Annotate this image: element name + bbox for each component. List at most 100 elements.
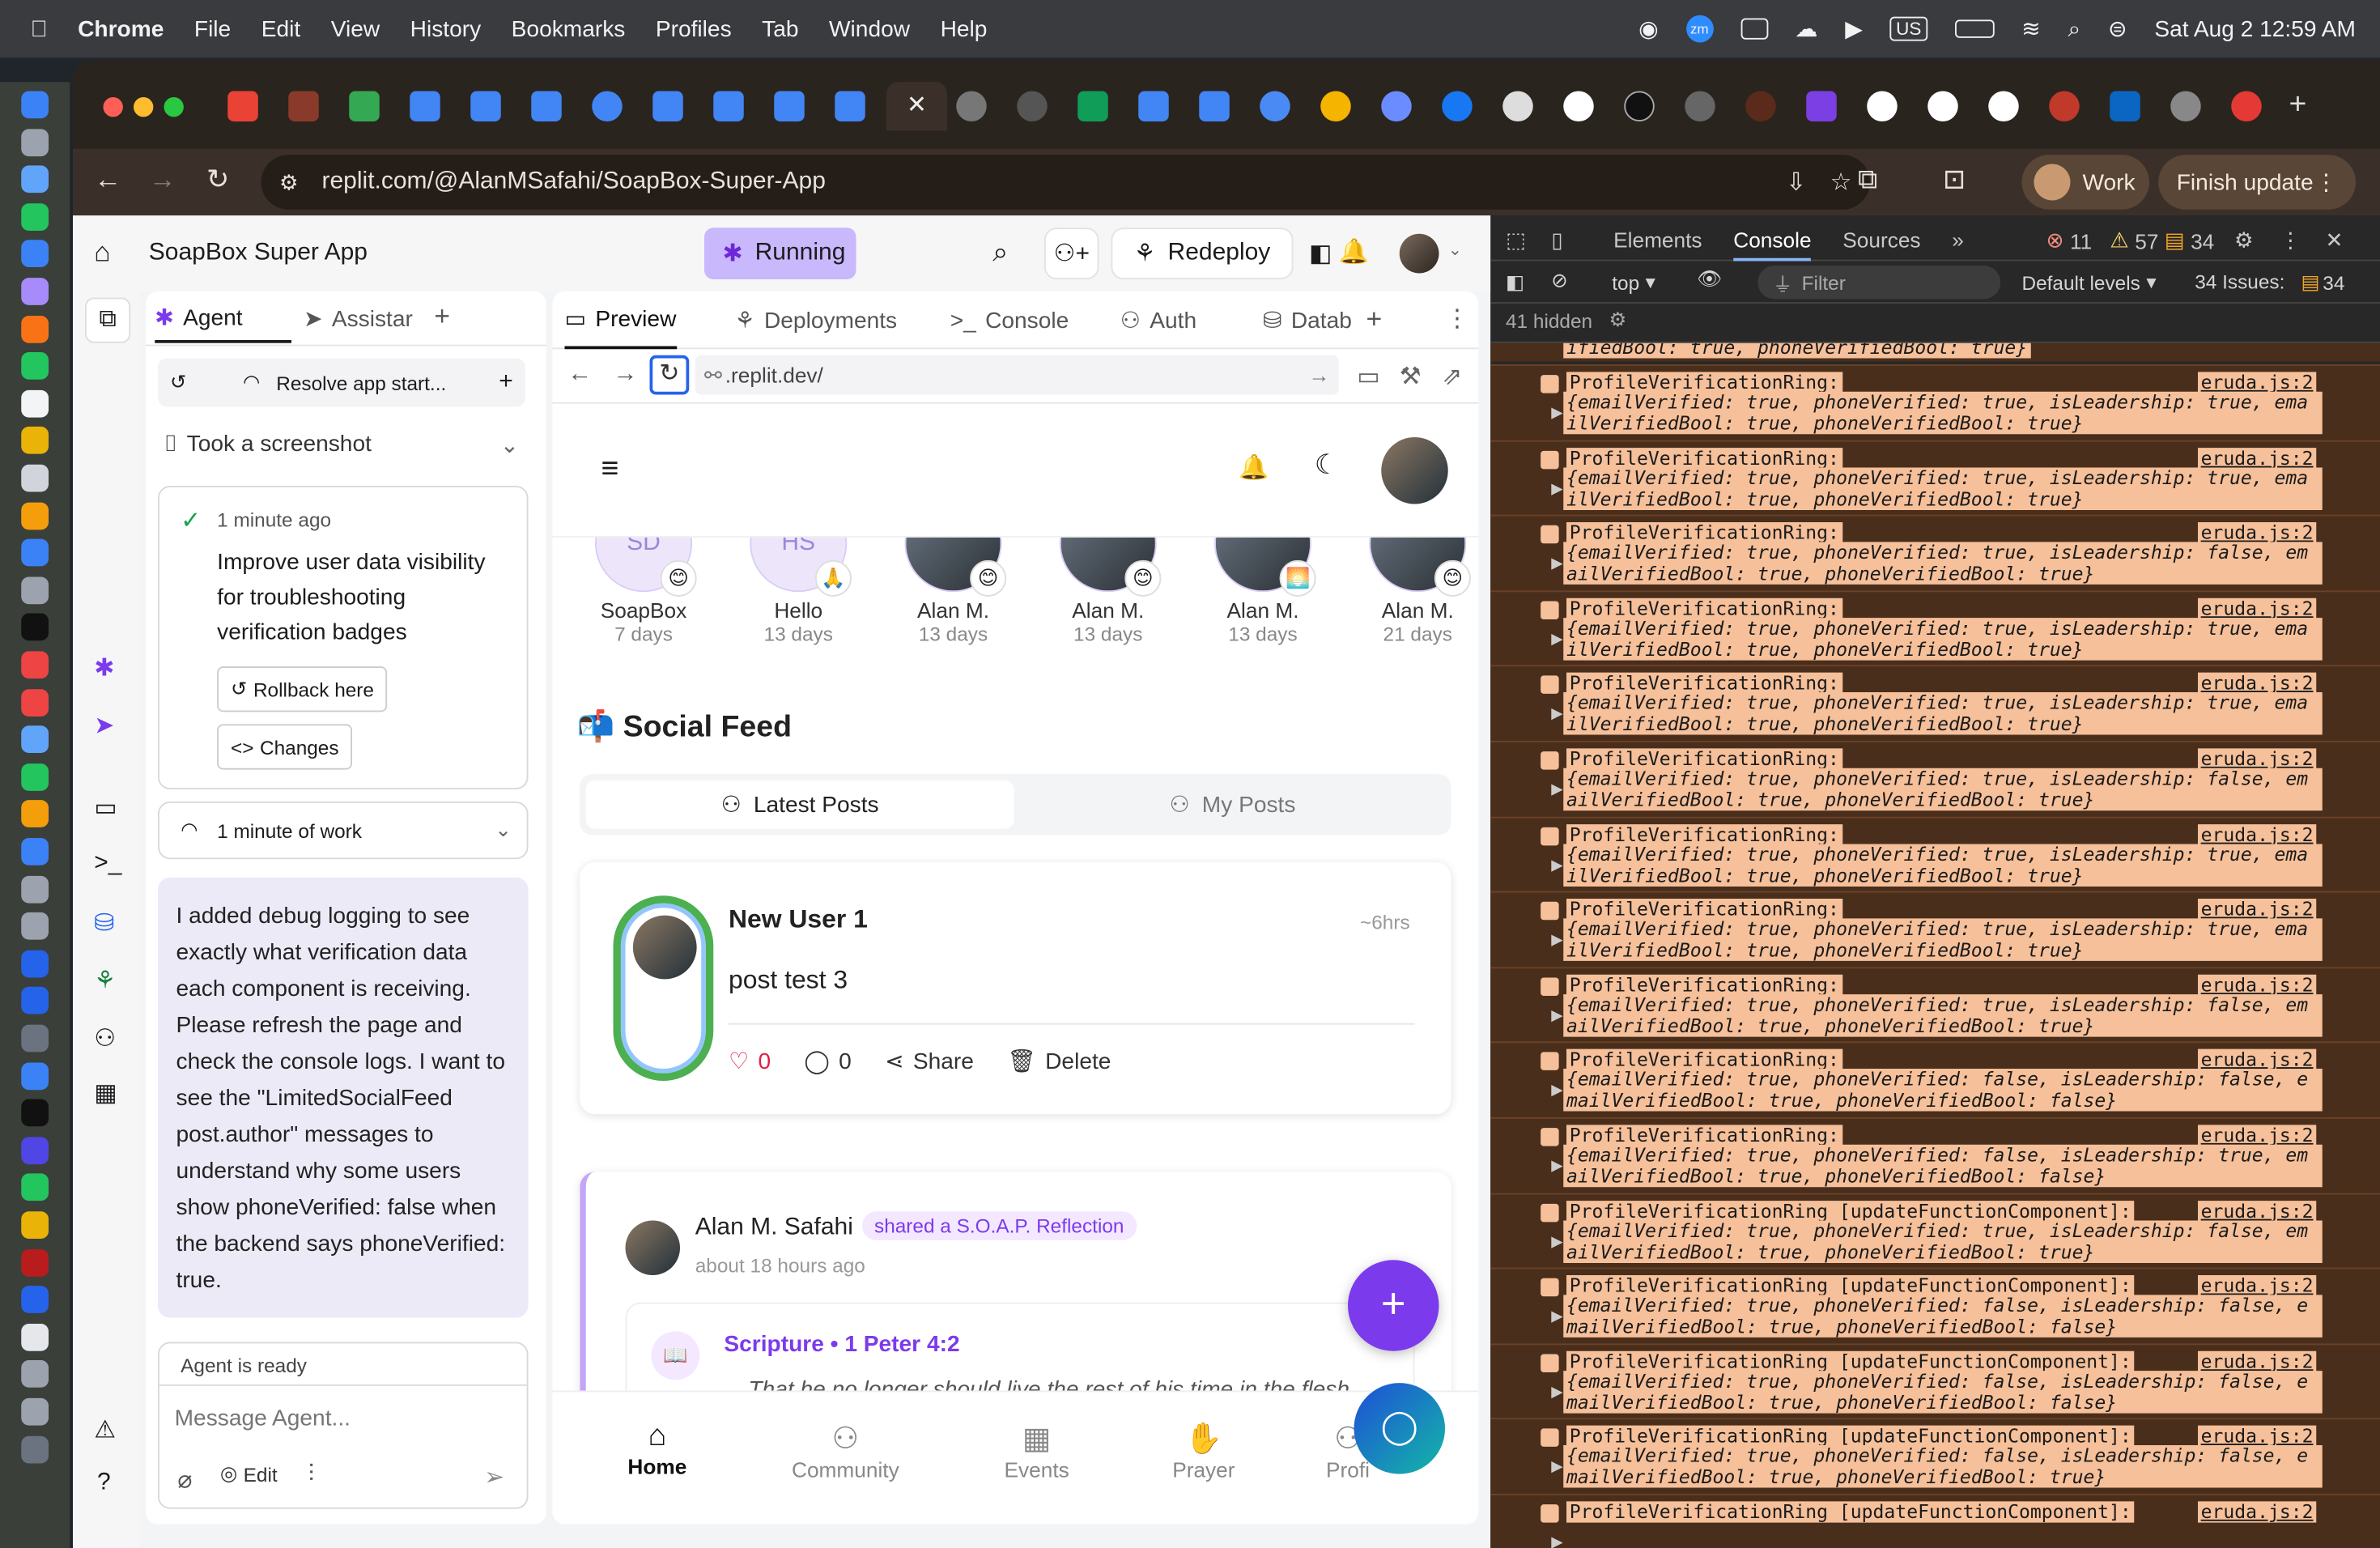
bell-icon[interactable]: 🔔 [1239, 453, 1269, 483]
error-count[interactable]: ⊗ 11 [2046, 228, 2093, 253]
tab-sources[interactable]: Sources [1842, 228, 1920, 252]
dock-app-icon[interactable] [21, 1174, 49, 1201]
dock-app-icon[interactable] [21, 987, 49, 1015]
menu-tab[interactable]: Tab [762, 16, 798, 42]
warning-count[interactable]: ⚠ 57 [2110, 228, 2158, 253]
tab-icon[interactable] [1320, 91, 1351, 121]
preview-icon[interactable]: ▭ [94, 793, 117, 823]
tab-deployments[interactable]: ⚘ Deployments [735, 291, 898, 349]
log-row[interactable]: ▶ ProfileVerificationRing: eruda.js:2 {emai… [1490, 815, 2380, 892]
expand-triangle-icon[interactable]: ▶ [1551, 933, 1562, 950]
dock-app-icon[interactable] [21, 1136, 49, 1164]
tab-docs-icon[interactable] [774, 91, 805, 121]
zoom-icon[interactable]: zm [1685, 15, 1714, 43]
live-expression-icon[interactable]: 👁 [1697, 267, 1722, 291]
back-icon[interactable]: ← [567, 361, 592, 389]
log-row[interactable]: ▶ ProfileVerificationRing: eruda.js:2 {emai… [1490, 966, 2380, 1043]
user-avatar[interactable] [1399, 233, 1439, 274]
dock-app-icon[interactable] [21, 1397, 49, 1426]
message-agent-input[interactable] [174, 1395, 509, 1441]
tab-auth[interactable]: ⚇ Auth [1120, 291, 1196, 349]
history-icon[interactable]: ↺ [170, 371, 186, 395]
keyboard-layout[interactable]: US [1889, 16, 1927, 41]
menu-bookmarks[interactable]: Bookmarks [512, 16, 626, 42]
log-source-link[interactable]: eruda.js:2 [2197, 1125, 2317, 1146]
dock-app-icon[interactable] [21, 464, 49, 492]
play-icon[interactable]: ▶ [1845, 15, 1863, 43]
expand-triangle-icon[interactable]: ▶ [1551, 1460, 1562, 1477]
zoom-window-button[interactable] [164, 97, 184, 117]
tab-console[interactable]: Console [1733, 228, 1812, 262]
preview-url-field[interactable]: ⚯ .replit.dev/ → [695, 355, 1339, 395]
dock-app-icon[interactable] [21, 128, 49, 156]
work-summary[interactable]: ◠ 1 minute of work ⌄ [158, 802, 529, 860]
send-icon[interactable]: ➢ [484, 1462, 504, 1493]
expand-triangle-icon[interactable]: ▶ [1551, 1384, 1562, 1401]
expand-triangle-icon[interactable]: ▶ [1551, 556, 1562, 573]
dock-app-icon[interactable] [21, 763, 49, 791]
wifi-icon[interactable]: ≋ [2021, 15, 2041, 43]
profile-avatar[interactable] [1381, 437, 1448, 504]
dock-app-icon[interactable] [21, 1435, 49, 1463]
site-info-icon[interactable]: ⚙ [279, 169, 299, 195]
log-source-link[interactable]: eruda.js:2 [2197, 1049, 2317, 1071]
expand-triangle-icon[interactable]: ▶ [1551, 782, 1562, 799]
new-tab-button[interactable]: + [2289, 90, 2320, 122]
dock-app-icon[interactable] [21, 1211, 49, 1239]
menu-profiles[interactable]: Profiles [656, 16, 732, 42]
tab-icon[interactable] [288, 91, 319, 121]
expand-triangle-icon[interactable]: ▶ [1551, 632, 1562, 649]
log-row[interactable]: ▶ ProfileVerificationRing: eruda.js:2 {emai… [1490, 665, 2380, 742]
nav-community[interactable]: ⚇ Community [777, 1419, 914, 1482]
dock-app-icon[interactable] [21, 1360, 49, 1389]
log-row[interactable]: ▶ ProfileVerificationRing: eruda.js:2 {emai… [1490, 741, 2380, 817]
changes-button[interactable]: <> Changes [217, 724, 353, 770]
forward-icon[interactable]: → [149, 164, 176, 196]
dock-app-icon[interactable] [21, 950, 49, 978]
delete-button[interactable]: 🗑 Delete [1007, 1048, 1111, 1075]
tab-icon[interactable] [592, 91, 623, 121]
dock-app-icon[interactable] [21, 240, 49, 268]
database-icon[interactable]: ⛁ [94, 908, 114, 938]
log-source-link[interactable]: eruda.js:2 [2197, 1426, 2317, 1448]
dock-app-icon[interactable] [21, 501, 49, 529]
tab-my-posts[interactable]: ⚇ My Posts [1020, 780, 1445, 829]
chat-icon[interactable]: ◯ [1354, 1383, 1445, 1474]
comment-button[interactable]: ◯ 0 [804, 1048, 851, 1075]
dock-app-icon[interactable] [21, 875, 49, 903]
attach-icon[interactable]: ⌀ [177, 1465, 192, 1495]
tab-docs-icon[interactable] [1199, 91, 1230, 121]
office-icon[interactable] [1740, 18, 1768, 40]
spotlight-icon[interactable]: ⌕ [2068, 16, 2081, 42]
help-icon[interactable]: ? [97, 1469, 111, 1497]
tab-google-icon[interactable] [1867, 91, 1898, 121]
tab-gemini-icon[interactable] [1381, 91, 1412, 121]
tab-assistant[interactable]: ➤ Assistar [304, 295, 413, 343]
add-tab-button[interactable]: + [434, 300, 450, 332]
menu-app-name[interactable]: Chrome [78, 16, 164, 42]
issues-badge[interactable]: ▤ 34 [2301, 270, 2345, 295]
rollback-button[interactable]: ↺ Rollback here [217, 666, 388, 712]
reload-icon[interactable]: ↻ [206, 164, 229, 196]
clear-console-icon[interactable]: ⊘ [1551, 269, 1567, 293]
settings-sliders-icon[interactable]: ⫶ [308, 1462, 315, 1490]
dock-app-icon[interactable] [21, 165, 49, 194]
new-thread-button[interactable]: + [499, 369, 513, 397]
expand-triangle-icon[interactable]: ▶ [1551, 481, 1562, 498]
tab-sheets-icon[interactable] [1077, 91, 1108, 121]
expand-triangle-icon[interactable]: ▶ [1551, 1008, 1562, 1025]
install-icon[interactable]: ⇩ [1786, 167, 1806, 198]
log-source-link[interactable]: eruda.js:2 [2197, 673, 2317, 695]
alerts-icon[interactable]: ⚠ [94, 1415, 116, 1446]
more-tabs-icon[interactable]: » [1952, 228, 1964, 252]
expand-triangle-icon[interactable]: ▶ [1551, 1159, 1562, 1176]
tab-icon[interactable] [1260, 91, 1290, 121]
profile-button[interactable]: Work [2021, 155, 2149, 210]
log-source-link[interactable]: eruda.js:2 [2197, 372, 2317, 393]
expand-triangle-icon[interactable]: ▶ [1551, 406, 1562, 423]
tab-docs-icon[interactable] [652, 91, 683, 121]
dock-app-icon[interactable] [21, 614, 49, 641]
menu-view[interactable]: View [331, 16, 380, 42]
console-filter[interactable]: ⏚ Filter [1757, 266, 2001, 300]
dock-app-icon[interactable] [21, 800, 49, 828]
